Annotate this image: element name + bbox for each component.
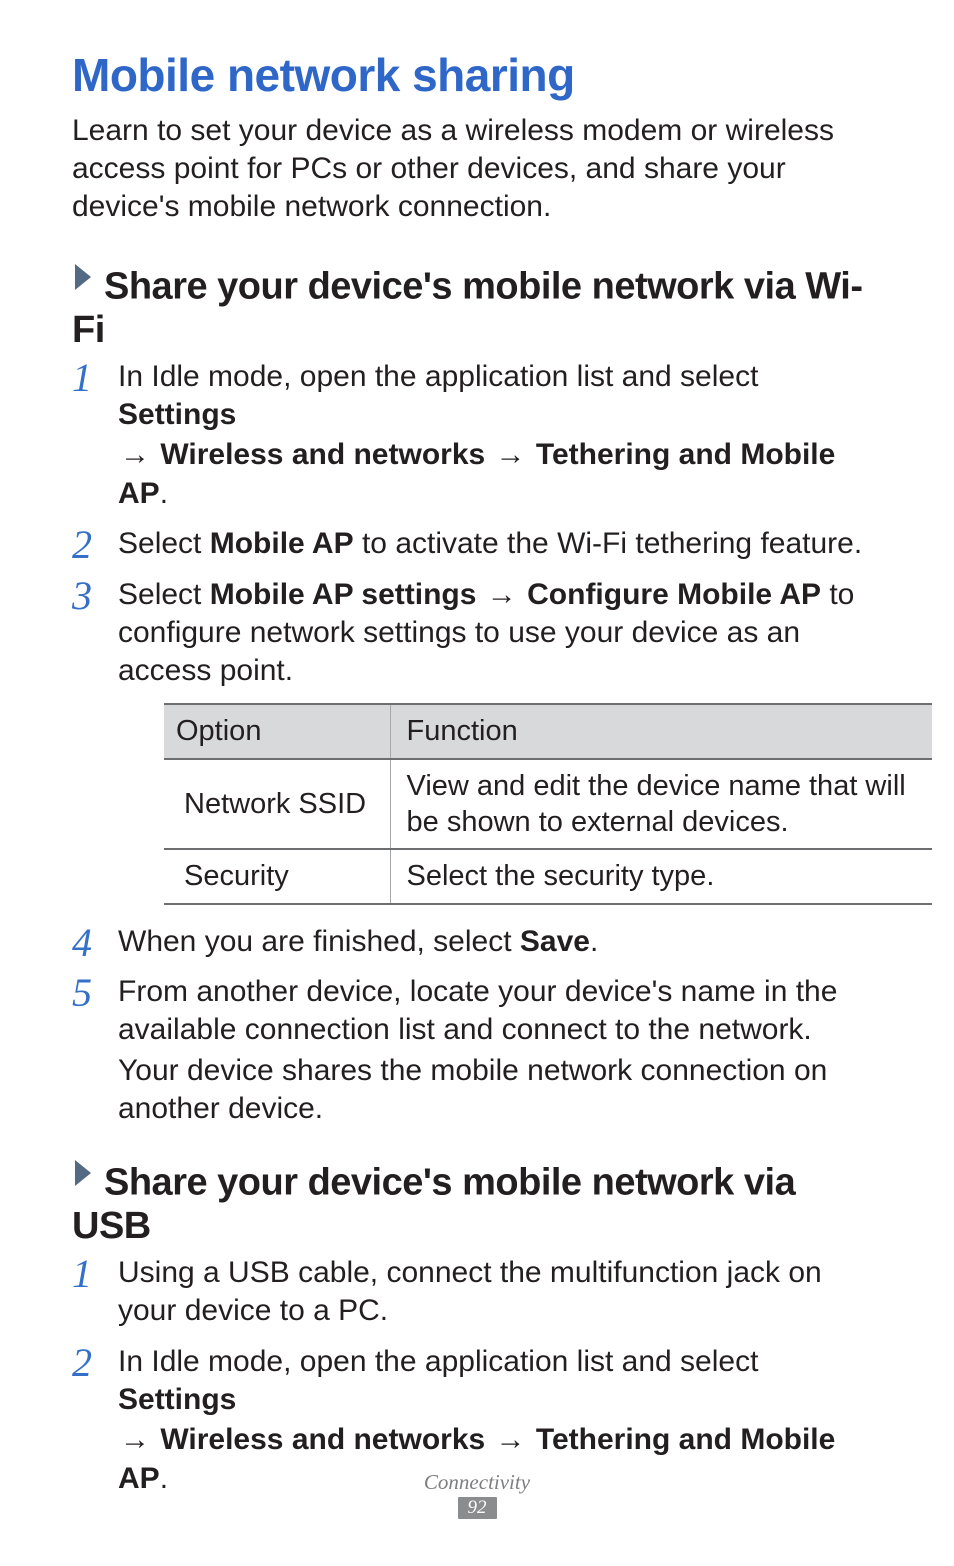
intro-paragraph: Learn to set your device as a wireless m…	[72, 112, 882, 226]
step-text-cont: → Wireless and networks → Tethering and …	[118, 436, 882, 513]
step-1: 1 Using a USB cable, connect the multifu…	[72, 1254, 882, 1331]
bold-mobile-ap: Mobile AP	[210, 527, 354, 560]
step-text: In Idle mode, open the application list …	[118, 360, 758, 393]
section-heading-usb-text: Share your device's mobile network via U…	[72, 1162, 795, 1247]
step-2: 2 Select Mobile AP to activate the Wi-Fi…	[72, 525, 882, 563]
bold-settings: Settings	[118, 1383, 236, 1416]
table-cell-function: View and edit the device name that will …	[390, 759, 932, 850]
bold-wireless: Wireless and networks	[160, 1423, 485, 1456]
table-cell-option: Network SSID	[164, 759, 390, 850]
step-number: 1	[72, 1248, 92, 1299]
step-number: 2	[72, 519, 92, 570]
step-number: 3	[72, 570, 92, 621]
options-table: Option Function Network SSID View and ed…	[164, 703, 932, 905]
arrow-icon: →	[118, 438, 152, 471]
chevron-right-icon	[72, 1158, 94, 1193]
section-heading-wifi-text: Share your device's mobile network via W…	[72, 266, 863, 351]
bold-wireless: Wireless and networks	[160, 438, 485, 471]
period: .	[160, 477, 168, 510]
arrow-icon: →	[494, 1423, 528, 1456]
page-title: Mobile network sharing	[72, 48, 882, 102]
step-1: 1 In Idle mode, open the application lis…	[72, 358, 882, 514]
steps-list-wifi: 1 In Idle mode, open the application lis…	[72, 358, 882, 1129]
step-text: In Idle mode, open the application list …	[118, 1345, 758, 1378]
table-header-function: Function	[390, 704, 932, 759]
bold-settings: Settings	[118, 398, 236, 431]
section-heading-usb: Share your device's mobile network via U…	[72, 1158, 882, 1247]
step-text-cont: Your device shares the mobile network co…	[118, 1052, 882, 1129]
table-header-row: Option Function	[164, 704, 932, 759]
table-cell-function: Select the security type.	[390, 849, 932, 903]
footer-page-number: 92	[0, 1497, 954, 1519]
arrow-icon: →	[118, 1423, 152, 1456]
step-text: From another device, locate your device'…	[118, 975, 837, 1046]
page-number-badge: 92	[458, 1497, 497, 1519]
step-5: 5 From another device, locate your devic…	[72, 973, 882, 1129]
step-number: 1	[72, 352, 92, 403]
footer-category: Connectivity	[0, 1470, 954, 1495]
bold-ap-settings: Mobile AP settings	[210, 578, 477, 611]
table-cell-option: Security	[164, 849, 390, 903]
table-header-option: Option	[164, 704, 390, 759]
arrow-icon: →	[494, 438, 528, 471]
step-4: 4 When you are finished, select Save.	[72, 923, 882, 961]
step-text: Using a USB cable, connect the multifunc…	[118, 1256, 822, 1327]
table-row: Security Select the security type.	[164, 849, 932, 903]
step-text: Select	[118, 578, 210, 611]
bold-configure-ap: Configure Mobile AP	[527, 578, 821, 611]
page-footer: Connectivity 92	[0, 1470, 954, 1519]
steps-list-usb: 1 Using a USB cable, connect the multifu…	[72, 1254, 882, 1498]
step-number: 5	[72, 967, 92, 1018]
section-heading-wifi: Share your device's mobile network via W…	[72, 262, 882, 351]
period: .	[590, 925, 598, 958]
step-number: 4	[72, 917, 92, 968]
step-3: 3 Select Mobile AP settings → Configure …	[72, 576, 882, 905]
step-text: to activate the Wi-Fi tethering feature.	[354, 527, 863, 560]
step-number: 2	[72, 1337, 92, 1388]
chevron-right-icon	[72, 262, 94, 297]
table-row: Network SSID View and edit the device na…	[164, 759, 932, 850]
step-text: When you are finished, select	[118, 925, 520, 958]
step-text: Select	[118, 527, 210, 560]
bold-save: Save	[520, 925, 590, 958]
arrow-icon: →	[485, 578, 519, 611]
